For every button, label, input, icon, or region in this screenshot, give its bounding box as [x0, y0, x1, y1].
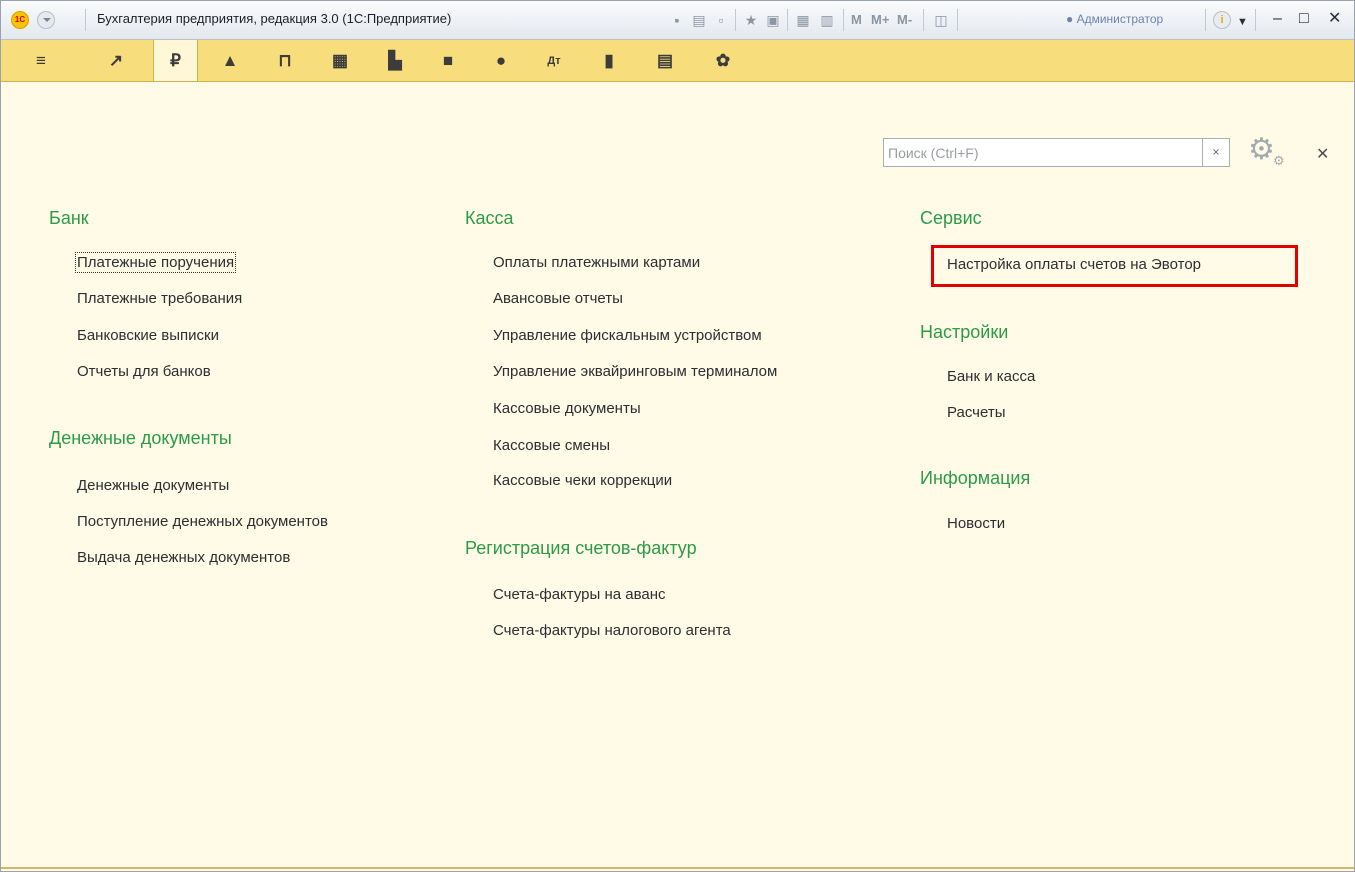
monitor-icon[interactable]: ↗: [96, 40, 136, 81]
link-cash-documents[interactable]: Кассовые документы: [493, 400, 641, 417]
app-window: 1С Бухгалтерия предприятия, редакция 3.0…: [0, 0, 1355, 872]
group-title-invoices: Регистрация счетов-фактур: [465, 538, 697, 558]
maximize-icon[interactable]: □: [1299, 9, 1309, 29]
link-bank-statements[interactable]: Банковские выписки: [77, 327, 219, 344]
current-user[interactable]: ● Администратор: [1066, 12, 1163, 26]
close-section-icon[interactable]: ✕: [1316, 144, 1329, 164]
link-advance-reports[interactable]: Авансовые отчеты: [493, 290, 623, 307]
toolbar-separator: [957, 9, 958, 31]
administration-icon[interactable]: ✿: [703, 40, 743, 81]
toolbar-separator: [735, 9, 736, 31]
title-separator: [85, 9, 86, 31]
favorites-icon[interactable]: ★: [743, 12, 759, 28]
link-correction-receipts[interactable]: Кассовые чеки коррекции: [493, 472, 672, 489]
calendar-icon[interactable]: ▥: [819, 12, 835, 28]
link-money-docs-receipt[interactable]: Поступление денежных документов: [77, 513, 328, 530]
group-title-settings: Настройки: [920, 322, 1009, 342]
link-news[interactable]: Новости: [947, 515, 1005, 532]
bottom-divider: [1, 867, 1354, 869]
link-evotor-payment-settings[interactable]: Настройка оплаты счетов на Эвотор: [947, 256, 1201, 273]
close-window-icon[interactable]: ✕: [1328, 9, 1341, 29]
toolbar-separator: [923, 9, 924, 31]
search-clear-button[interactable]: ×: [1202, 138, 1230, 167]
reports-icon[interactable]: ▮: [589, 40, 629, 81]
production-icon[interactable]: ▙: [375, 40, 415, 81]
preview-icon[interactable]: ▫: [713, 12, 729, 28]
group-title-service: Сервис: [920, 208, 982, 228]
bank-cash-icon[interactable]: ₽: [153, 40, 198, 81]
purchases-icon[interactable]: ⊓: [265, 40, 305, 81]
directories-icon[interactable]: ▤: [645, 40, 685, 81]
link-card-payments[interactable]: Оплаты платежными картами: [493, 254, 700, 271]
toolbar-separator: [787, 9, 788, 31]
link-payment-requests[interactable]: Платежные требования: [77, 290, 242, 307]
print-icon[interactable]: ▤: [691, 12, 707, 28]
minimize-icon[interactable]: –: [1273, 9, 1282, 29]
section-content: × ⚙ ⚙ ✕ Банк Платежные поручения Платежн…: [1, 82, 1354, 871]
user-name: Администратор: [1076, 12, 1164, 26]
memory-mminus-button[interactable]: M-: [897, 12, 912, 27]
panels-icon[interactable]: ◫: [933, 12, 949, 28]
window-title: Бухгалтерия предприятия, редакция 3.0 (1…: [97, 11, 452, 26]
main-menu-icon[interactable]: ≡: [21, 40, 61, 81]
group-title-bank: Банк: [49, 208, 89, 228]
main-menu-dropdown-icon[interactable]: [37, 11, 55, 29]
os-nma-icon[interactable]: ■: [428, 40, 468, 81]
group-title-money-docs: Денежные документы: [49, 428, 232, 448]
1c-logo-icon[interactable]: 1С: [11, 11, 29, 29]
link-money-documents[interactable]: Денежные документы: [77, 477, 229, 494]
memory-mplus-button[interactable]: M+: [871, 12, 889, 27]
toolbar-separator: [1255, 9, 1256, 31]
bookmark-icon[interactable]: ▣: [765, 12, 781, 28]
link-tax-agent-invoices[interactable]: Счета-фактуры налогового агента: [493, 622, 731, 639]
link-money-docs-issue[interactable]: Выдача денежных документов: [77, 549, 290, 566]
calculator-icon[interactable]: ▦: [795, 12, 811, 28]
link-bank-and-cash-settings[interactable]: Банк и касса: [947, 368, 1035, 385]
settings-gear-small-icon: ⚙: [1273, 153, 1285, 168]
salary-hr-icon[interactable]: ●: [481, 40, 521, 81]
sections-panel: ≡ ↗ ₽ ▲ ⊓ ▦ ▙ ■ ● Дт ▮ ▤ ✿: [1, 40, 1354, 82]
settings-gear-icon[interactable]: ⚙: [1248, 134, 1275, 166]
info-dropdown-icon[interactable]: ▼: [1237, 12, 1248, 32]
memory-m-button[interactable]: M: [851, 12, 862, 27]
search-input[interactable]: [883, 138, 1203, 167]
save-icon[interactable]: ▪: [669, 12, 685, 28]
link-acquiring-terminal[interactable]: Управление эквайринговым терминалом: [493, 363, 777, 380]
group-title-cash: Касса: [465, 208, 514, 228]
link-bank-reports[interactable]: Отчеты для банков: [77, 363, 211, 380]
operations-icon[interactable]: Дт: [534, 40, 574, 81]
link-cash-shifts[interactable]: Кассовые смены: [493, 437, 610, 454]
toolbar-separator: [843, 9, 844, 31]
warehouse-icon[interactable]: ▦: [320, 40, 360, 81]
info-icon[interactable]: i: [1213, 11, 1231, 29]
link-settlements-settings[interactable]: Расчеты: [947, 404, 1006, 421]
link-advance-invoices[interactable]: Счета-фактуры на аванс: [493, 586, 666, 603]
link-payment-orders[interactable]: Платежные поручения: [74, 252, 237, 273]
group-title-info: Информация: [920, 468, 1031, 488]
toolbar-separator: [1205, 9, 1206, 31]
title-bar: 1С Бухгалтерия предприятия, редакция 3.0…: [1, 1, 1354, 40]
sales-icon[interactable]: ▲: [210, 40, 250, 81]
link-fiscal-device[interactable]: Управление фискальным устройством: [493, 327, 762, 344]
